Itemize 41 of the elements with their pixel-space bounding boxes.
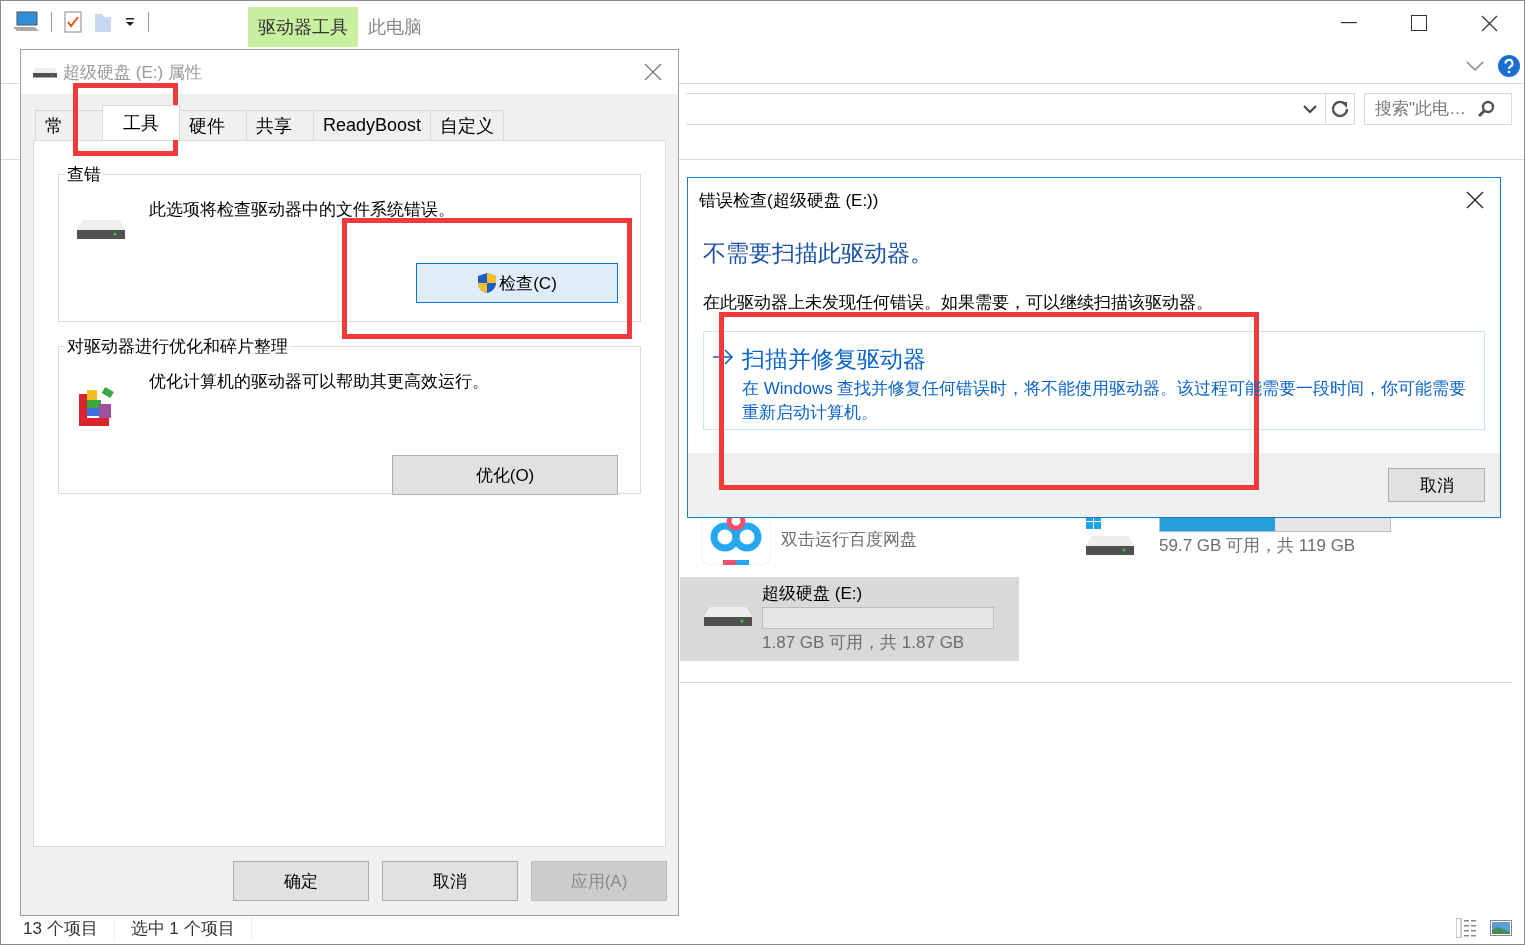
search-field[interactable]: 搜索"此电… [1364,93,1512,125]
refresh-icon [1330,99,1350,119]
tab[interactable]: 工具 [102,105,180,140]
app-subtitle: 双击运行百度网盘 [781,528,917,551]
group-description: 优化计算机的驱动器可以帮助其更高效运行。 [149,371,489,393]
group-title: 查错 [66,164,102,186]
chevron-down-icon[interactable] [1303,104,1317,114]
ribbon-tab[interactable]: 此电脑 [358,7,432,47]
details-view-icon[interactable] [1456,918,1478,938]
check-button[interactable]: 检查(C) [416,263,618,303]
drive-tile[interactable]: 超级硬盘 (E:) 1.87 GB 可用，共 1.87 GB [680,577,1019,661]
tab[interactable]: 常 [35,110,103,140]
drive-capacity: 1.87 GB 可用，共 1.87 GB [762,632,966,654]
properties-icon[interactable] [64,11,82,33]
cancel-button[interactable]: 取消 [1388,468,1485,502]
group-description: 此选项将检查驱动器中的文件系统错误。 [149,199,455,221]
tab[interactable]: 自定义 [430,110,505,140]
minimize-icon [1341,22,1357,24]
dialog-heading: 不需要扫描此驱动器。 [703,239,934,268]
expand-ribbon-icon[interactable] [1466,61,1484,71]
optimize-button[interactable]: 优化(O) [392,455,618,495]
group-title: 对驱动器进行优化和碎片整理 [66,336,289,358]
drive-name: 超级硬盘 (E:) [762,583,864,605]
search-icon [1477,100,1495,118]
close-button[interactable] [1466,191,1484,209]
dialog-title: 超级硬盘 (E:) 属性 [63,61,202,84]
ribbon-tab[interactable]: 驱动器工具 [248,7,358,47]
maximize-icon [1411,15,1427,31]
arrow-right-icon [712,349,734,365]
dialog-button[interactable]: 确定 [233,861,369,901]
computer-icon[interactable] [13,11,39,33]
dialog-button[interactable]: 取消 [382,861,518,901]
shield-icon [477,272,498,294]
close-icon [1480,14,1498,32]
dialog-title: 错误检查(超级硬盘 (E:)) [699,189,879,212]
dropdown-icon[interactable] [124,17,136,27]
drive-capacity: 59.7 GB 可用，共 119 GB [1159,535,1357,557]
refresh-button[interactable] [1325,93,1355,125]
dialog-message: 在此驱动器上未发现任何错误。如果需要，可以继续扫描该驱动器。 [703,292,1214,314]
large-icons-view-icon[interactable] [1490,920,1512,936]
help-icon[interactable] [1498,55,1520,77]
